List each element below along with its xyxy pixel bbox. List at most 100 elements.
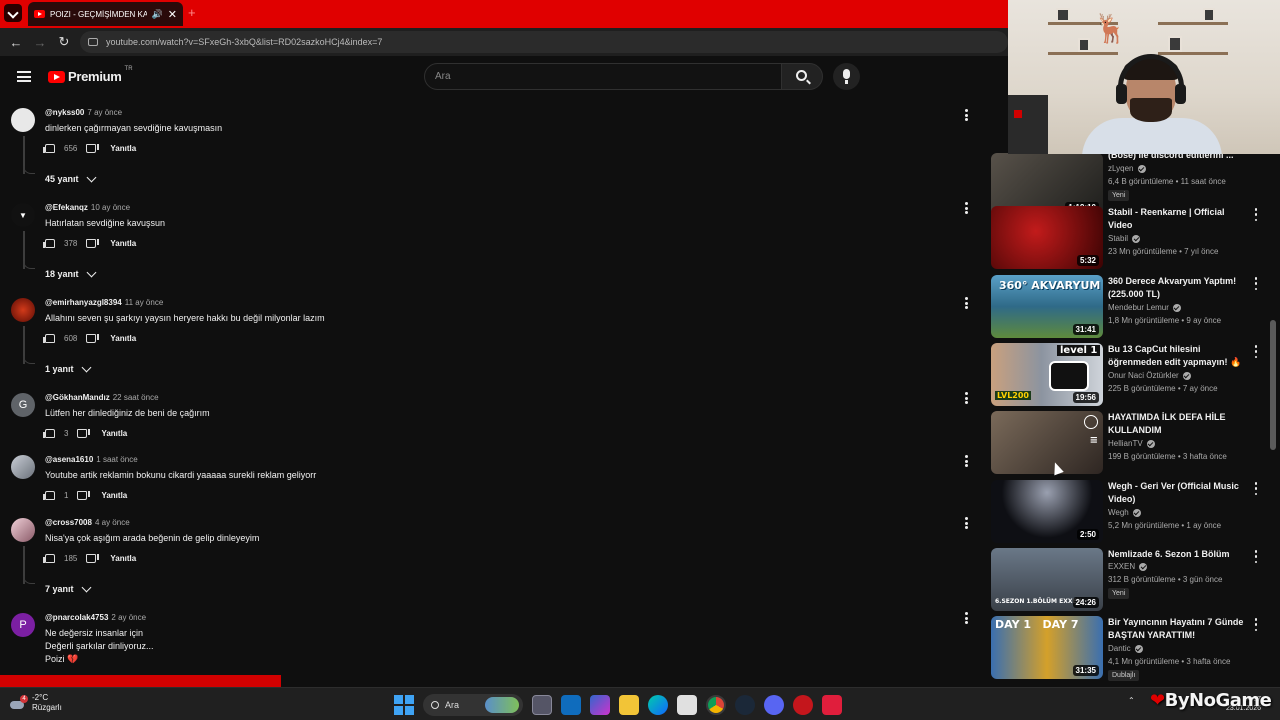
- video-card[interactable]: ≡ HAYATIMDA İLK DEFA HİLE KULLANDIM Hell…: [991, 411, 1271, 475]
- video-thumbnail[interactable]: 6.SEZON 1.BÖLÜM EXXEN 24:26: [991, 548, 1103, 611]
- avatar[interactable]: [11, 298, 35, 322]
- more-options-icon[interactable]: [1253, 550, 1259, 563]
- replies-toggle-button[interactable]: 7 yanıt: [45, 582, 91, 594]
- file-explorer-icon[interactable]: [619, 695, 639, 715]
- replies-toggle-button[interactable]: 1 yanıt: [45, 362, 91, 374]
- reply-button[interactable]: Yanıtla: [110, 334, 136, 343]
- more-options-icon[interactable]: [962, 296, 970, 310]
- watch-later-icon[interactable]: [1084, 415, 1098, 429]
- comment-author[interactable]: @GökhanMandız: [45, 393, 110, 402]
- comment-time[interactable]: 10 ay önce: [91, 203, 130, 212]
- video-channel[interactable]: Onur Naci Öztürkler: [1108, 371, 1179, 380]
- reply-button[interactable]: Yanıtla: [110, 144, 136, 153]
- replies-toggle-button[interactable]: 45 yanıt: [45, 172, 96, 184]
- more-options-icon[interactable]: [1253, 277, 1259, 290]
- comment-author[interactable]: @Efekanqz: [45, 203, 88, 212]
- video-card[interactable]: 6.SEZON 1.BÖLÜM EXXEN 24:26 Nemlizade 6.…: [991, 548, 1271, 612]
- youtube-logo[interactable]: Premium TR: [48, 66, 133, 84]
- comment-time[interactable]: 11 ay önce: [125, 298, 164, 307]
- comment-time[interactable]: 2 ay önce: [111, 613, 146, 622]
- system-tray[interactable]: ⌃: [1128, 696, 1135, 705]
- task-view-icon[interactable]: [532, 695, 552, 715]
- app-icon[interactable]: [793, 695, 813, 715]
- video-channel[interactable]: Stabil: [1108, 234, 1128, 243]
- edge-icon[interactable]: [648, 695, 668, 715]
- reply-button[interactable]: Yanıtla: [101, 491, 127, 500]
- video-thumbnail[interactable]: ≡: [991, 411, 1103, 474]
- dislike-icon[interactable]: [86, 239, 100, 248]
- replies-toggle-button[interactable]: 18 yanıt: [45, 267, 96, 279]
- more-options-icon[interactable]: [962, 201, 970, 215]
- site-info-icon[interactable]: [88, 38, 98, 46]
- avatar[interactable]: [11, 108, 35, 132]
- video-thumbnail[interactable]: DAY 1 DAY 7 31:35: [991, 616, 1103, 679]
- avatar[interactable]: P: [11, 613, 35, 637]
- video-thumbnail[interactable]: 2:50: [991, 480, 1103, 543]
- forward-icon[interactable]: →: [28, 35, 52, 50]
- outlook-icon[interactable]: [561, 695, 581, 715]
- steam-icon[interactable]: [735, 695, 755, 715]
- more-options-icon[interactable]: [1253, 482, 1259, 495]
- comment-time[interactable]: 7 ay önce: [87, 108, 122, 117]
- reload-icon[interactable]: ↻: [52, 34, 76, 50]
- close-tab-icon[interactable]: ✕: [168, 8, 177, 21]
- video-title[interactable]: 360 Derece Akvaryum Yaptım! (225.000 TL): [1108, 275, 1248, 301]
- video-title[interactable]: Bu 13 CapCut hilesini öğrenmeden edit ya…: [1108, 343, 1248, 369]
- more-options-icon[interactable]: [962, 108, 970, 122]
- weather-widget[interactable]: 4 -2°C Rüzgarlı: [8, 693, 62, 713]
- video-thumbnail[interactable]: level 1 LVL200 19:56: [991, 343, 1103, 406]
- more-options-icon[interactable]: [1253, 345, 1259, 358]
- video-card[interactable]: level 1 LVL200 19:56 Bu 13 CapCut hilesi…: [991, 343, 1271, 407]
- dislike-icon[interactable]: [86, 334, 100, 343]
- video-title[interactable]: Bir Yayıncının Hayatını 7 Günde BAŞTAN Y…: [1108, 616, 1248, 642]
- dislike-icon[interactable]: [86, 144, 100, 153]
- more-options-icon[interactable]: [962, 611, 970, 625]
- video-channel[interactable]: Dantic: [1108, 644, 1131, 653]
- windows-start-icon[interactable]: [394, 695, 414, 715]
- chrome-icon[interactable]: [706, 695, 726, 715]
- speaker-icon[interactable]: 🔊: [152, 9, 163, 20]
- tab-menu-button[interactable]: [4, 4, 22, 22]
- reply-button[interactable]: Yanıtla: [101, 429, 127, 438]
- like-icon[interactable]: [43, 491, 55, 500]
- video-channel[interactable]: EXXEN: [1108, 562, 1135, 571]
- video-card[interactable]: 360° AKVARYUM 31:41 360 Derece Akvaryum …: [991, 275, 1271, 339]
- video-card[interactable]: DAY 1 DAY 7 31:35 Bir Yayıncının Hayatın…: [991, 616, 1271, 681]
- avatar[interactable]: [11, 518, 35, 542]
- app-icon[interactable]: [822, 695, 842, 715]
- comment-author[interactable]: @cross7008: [45, 518, 92, 527]
- new-tab-icon[interactable]: +: [188, 5, 196, 20]
- voice-search-button[interactable]: [833, 63, 860, 90]
- comment-author[interactable]: @emirhanyazgl8394: [45, 298, 122, 307]
- copilot-icon[interactable]: [590, 695, 610, 715]
- comment-time[interactable]: 1 saat önce: [96, 455, 137, 464]
- avatar[interactable]: ▼: [11, 203, 35, 227]
- back-icon[interactable]: ←: [4, 35, 28, 50]
- chevron-up-icon[interactable]: ⌃: [1128, 696, 1135, 705]
- reply-button[interactable]: Yanıtla: [110, 554, 136, 563]
- more-options-icon[interactable]: [1253, 208, 1259, 221]
- search-input[interactable]: Ara: [424, 63, 782, 90]
- video-channel[interactable]: HellianTV: [1108, 439, 1143, 448]
- taskbar-search[interactable]: Ara: [423, 694, 523, 716]
- comment-author[interactable]: @nykss00: [45, 108, 84, 117]
- video-channel[interactable]: zLyqen: [1108, 164, 1134, 173]
- avatar[interactable]: G: [11, 393, 35, 417]
- comment-author[interactable]: @pnarcolak4753: [45, 613, 108, 622]
- search-button[interactable]: [781, 63, 823, 90]
- more-options-icon[interactable]: [962, 516, 970, 530]
- comment-time[interactable]: 22 saat önce: [113, 393, 159, 402]
- browser-tab[interactable]: POIZI - GEÇMİŞİMDEN KAÇ 🔊 ✕: [28, 2, 183, 26]
- like-icon[interactable]: [43, 429, 55, 438]
- url-field[interactable]: youtube.com/watch?v=SFxeGh-3xbQ&list=RD0…: [80, 31, 1008, 53]
- dislike-icon[interactable]: [77, 491, 91, 500]
- video-channel[interactable]: Mendebur Lemur: [1108, 303, 1169, 312]
- reply-button[interactable]: Yanıtla: [110, 239, 136, 248]
- video-card[interactable]: 5:32 Stabil - Reenkarne | Official Video…: [991, 206, 1271, 270]
- more-options-icon[interactable]: [962, 391, 970, 405]
- video-thumbnail[interactable]: 5:32: [991, 206, 1103, 269]
- video-title[interactable]: Nemlizade 6. Sezon 1 Bölüm: [1108, 548, 1248, 561]
- video-channel[interactable]: Wegh: [1108, 508, 1129, 517]
- video-title[interactable]: Wegh - Geri Ver (Official Music Video): [1108, 480, 1248, 506]
- add-to-queue-icon[interactable]: ≡: [1090, 435, 1098, 446]
